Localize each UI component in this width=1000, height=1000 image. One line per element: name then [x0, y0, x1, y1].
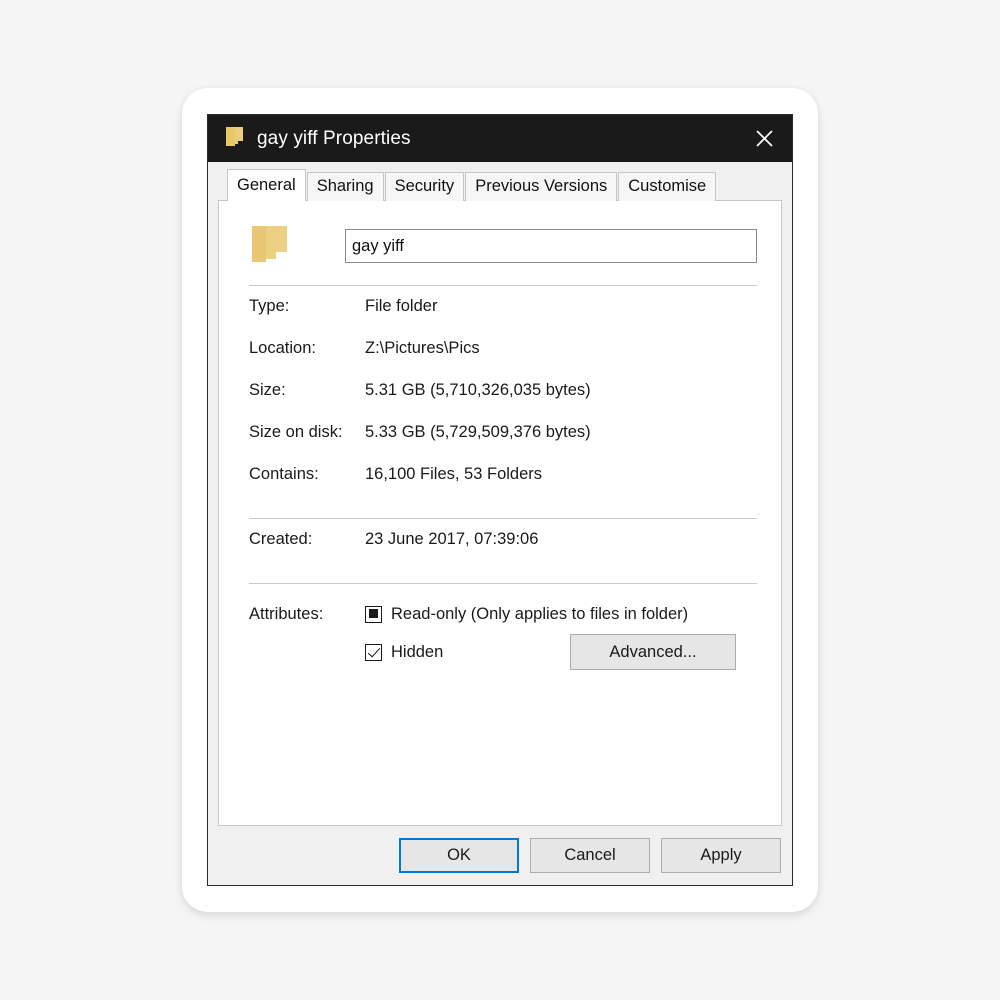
info-row-type: Type: File folder: [240, 297, 760, 339]
info-row-location: Location: Z:\Pictures\Pics: [240, 339, 760, 381]
separator: [249, 285, 757, 286]
name-row: [240, 218, 760, 274]
folder-icon: [249, 222, 345, 271]
readonly-checkbox[interactable]: [365, 605, 382, 623]
contains-value: 16,100 Files, 53 Folders: [365, 465, 543, 483]
close-icon: [755, 129, 774, 148]
location-label: Location:: [249, 339, 316, 357]
apply-button[interactable]: Apply: [661, 838, 781, 873]
general-tab-panel: Type: File folder Location: Z:\Pictures\…: [218, 200, 782, 826]
created-label: Created:: [249, 530, 313, 548]
info-row-size-on-disk: Size on disk: 5.33 GB (5,729,509,376 byt…: [240, 423, 760, 465]
contains-label: Contains:: [249, 465, 319, 483]
attributes-controls: Read-only (Only applies to files in fold…: [365, 595, 760, 671]
attribute-hidden-row: Hidden Advanced...: [365, 633, 760, 671]
separator: [249, 518, 757, 519]
info-row-created: Created: 23 June 2017, 07:39:06: [240, 530, 760, 572]
attribute-readonly-row: Read-only (Only applies to files in fold…: [365, 595, 760, 633]
tab-previous-versions[interactable]: Previous Versions: [465, 172, 618, 201]
tab-general[interactable]: General: [227, 169, 306, 201]
type-label: Type:: [249, 297, 290, 315]
hidden-label: Hidden: [391, 642, 444, 661]
size-on-disk-label: Size on disk:: [249, 423, 343, 441]
info-row-size: Size: 5.31 GB (5,710,326,035 bytes): [240, 381, 760, 423]
folder-icon: [225, 126, 244, 152]
readonly-label: Read-only (Only applies to files in fold…: [391, 604, 689, 623]
folder-name-input[interactable]: [345, 229, 757, 263]
size-value: 5.31 GB (5,710,326,035 bytes): [365, 381, 591, 399]
ok-button[interactable]: OK: [399, 838, 519, 873]
info-row-contains: Contains: 16,100 Files, 53 Folders: [240, 465, 760, 507]
properties-dialog: gay yiff Properties General Sharing Secu…: [207, 114, 793, 886]
close-button[interactable]: [736, 115, 792, 162]
tab-sharing[interactable]: Sharing: [306, 172, 384, 201]
attributes-block: Attributes: Read-only (Only applies to f…: [240, 595, 760, 671]
location-value: Z:\Pictures\Pics: [365, 339, 480, 357]
attributes-label: Attributes:: [249, 605, 324, 623]
tab-customise[interactable]: Customise: [618, 172, 717, 201]
type-value: File folder: [365, 297, 438, 315]
size-on-disk-value: 5.33 GB (5,729,509,376 bytes): [365, 423, 591, 441]
window-title: gay yiff Properties: [257, 127, 411, 149]
title-bar: gay yiff Properties: [208, 115, 792, 162]
advanced-button[interactable]: Advanced...: [570, 634, 736, 670]
tab-strip: General Sharing Security Previous Versio…: [218, 169, 782, 201]
separator: [249, 583, 757, 584]
cancel-button[interactable]: Cancel: [530, 838, 650, 873]
created-value: 23 June 2017, 07:39:06: [365, 530, 539, 548]
size-label: Size:: [249, 381, 286, 399]
hidden-checkbox[interactable]: [365, 643, 382, 661]
dialog-button-bar: OK Cancel Apply: [208, 826, 792, 885]
tab-security[interactable]: Security: [384, 172, 465, 201]
dialog-body: General Sharing Security Previous Versio…: [208, 162, 792, 826]
